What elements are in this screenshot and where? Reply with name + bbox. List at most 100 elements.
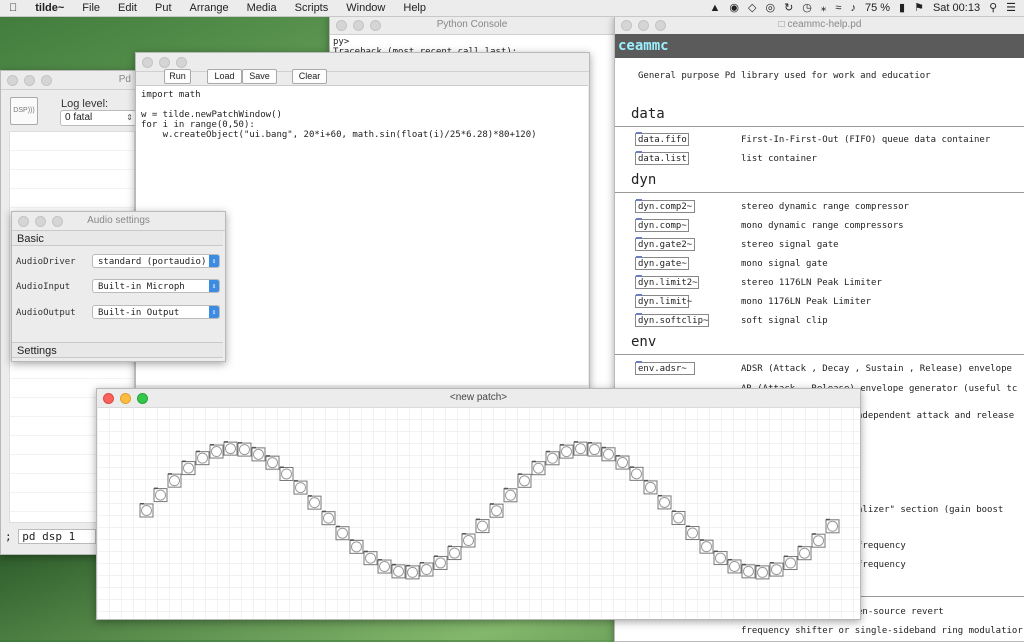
audio-driver-select[interactable]: standard (portaudio) ⇕ [92,254,220,268]
wifi-icon[interactable]: ≈ [835,0,841,16]
audio-input-select[interactable]: Built-in Microph ⇕ [92,279,220,293]
zoom-icon[interactable] [41,75,52,86]
bird-icon[interactable]: ▲ [710,0,721,16]
ui-bang-object[interactable] [251,446,266,462]
ui-bang-object[interactable] [573,441,588,456]
ui-bang-object[interactable] [797,545,812,561]
object-env-adsr[interactable]: env.adsr~ [635,361,695,375]
shield-icon[interactable]: ◉ [729,0,739,16]
ui-bang-object[interactable] [335,525,350,541]
run-button[interactable]: Run [164,69,191,84]
menu-arrange[interactable]: Arrange [190,2,229,14]
audio-output-select[interactable]: Built-in Output ⇕ [92,305,220,319]
save-button[interactable]: Save [242,69,277,84]
object-dyn-limit2[interactable]: dyn.limit2~ [635,275,699,289]
clock[interactable]: Sat 00:13 [933,2,980,14]
object-dyn-comp[interactable]: dyn.comp~ [635,218,689,232]
minimize-icon[interactable] [638,20,649,31]
ui-bang-object[interactable] [279,466,294,481]
ui-bang-object[interactable] [811,533,826,548]
ui-bang-object[interactable] [167,473,182,488]
close-icon[interactable] [621,20,632,31]
section-settings[interactable]: Settings [12,342,223,358]
ui-bang-object[interactable] [643,479,658,495]
minimize-icon[interactable] [24,75,35,86]
ui-bang-object[interactable] [727,558,742,574]
python-console-titlebar[interactable]: Python Console [330,16,614,35]
ui-bang-object[interactable] [517,473,532,488]
menu-window[interactable]: Window [346,2,385,14]
sync-icon[interactable]: ↻ [784,0,793,16]
ui-bang-object[interactable] [685,525,700,541]
history-icon[interactable]: ◷ [802,0,812,16]
list-icon[interactable]: ☰ [1006,0,1016,16]
ui-bang-object[interactable] [349,539,364,554]
ui-bang-object[interactable] [629,466,644,481]
minimize-icon[interactable] [159,57,170,68]
ui-bang-object[interactable] [503,487,518,503]
ui-bang-object[interactable] [741,563,756,579]
ui-bang-object[interactable] [615,455,630,470]
close-icon[interactable] [103,393,114,404]
ui-bang-object[interactable] [209,444,224,459]
ui-bang-object[interactable] [601,446,616,462]
log-level-select[interactable]: 0 fatal ⇕ [60,110,137,126]
ui-bang-object[interactable] [237,442,252,457]
zoom-icon[interactable] [137,393,148,404]
load-button[interactable]: Load [207,69,242,84]
ui-bang-object[interactable] [755,564,770,580]
ui-bang-object[interactable] [545,450,560,466]
help-titlebar[interactable]: □ ceammc-help.pd [615,16,1024,35]
ui-bang-object[interactable] [223,441,238,456]
zoom-icon[interactable] [176,57,187,68]
audio-settings-titlebar[interactable]: Audio settings [12,212,225,231]
apple-menu-icon[interactable]:  [9,0,17,16]
ui-bang-object[interactable] [307,495,322,510]
ui-bang-object[interactable] [489,503,504,518]
ui-bang-object[interactable] [713,550,728,566]
ui-bang-object[interactable] [391,563,406,579]
zoom-icon[interactable] [655,20,666,31]
ui-bang-object[interactable] [265,455,280,470]
script-editor-titlebar[interactable] [136,53,589,72]
ui-bang-object[interactable] [769,562,784,577]
ui-bang-object[interactable] [461,533,476,548]
ui-bang-object[interactable] [433,555,448,570]
ui-bang-object[interactable] [447,545,462,561]
ui-bang-object[interactable] [153,487,168,503]
ui-bang-object[interactable] [783,555,798,571]
ui-bang-object[interactable] [195,450,210,466]
ui-bang-object[interactable] [363,550,378,566]
object-dyn-limit[interactable]: dyn.limit~ [635,294,692,308]
menu-file[interactable]: File [82,2,100,14]
pd-main-titlebar[interactable]: Pd [1,71,137,90]
ui-bang-object[interactable] [293,480,308,495]
ui-bang-object[interactable] [475,518,490,534]
object-dyn-gate2[interactable]: dyn.gate2~ [635,237,695,251]
ui-bang-object[interactable] [587,442,602,457]
clear-button[interactable]: Clear [292,69,327,84]
dsp-toggle-button[interactable]: DSP))) [10,97,38,125]
ui-bang-object[interactable] [377,559,392,574]
minimize-icon[interactable] [35,216,46,227]
ui-bang-object[interactable] [699,539,714,554]
close-icon[interactable] [7,75,18,86]
object-data-fifo[interactable]: data.fifo [635,132,689,146]
minimize-icon[interactable] [120,393,131,404]
minimize-icon[interactable] [353,20,364,31]
close-icon[interactable] [18,216,29,227]
object-data-list[interactable]: data.list [635,151,689,165]
menu-edit[interactable]: Edit [118,2,137,14]
ui-bang-object[interactable] [657,494,672,510]
close-icon[interactable] [336,20,347,31]
close-icon[interactable] [142,57,153,68]
eye-icon[interactable]: ◎ [765,0,775,16]
search-icon[interactable]: ⚲ [989,0,997,16]
ui-bang-object[interactable] [559,444,574,459]
ui-bang-object[interactable] [139,503,154,518]
ui-bang-object[interactable] [531,460,546,476]
patch-canvas[interactable] [97,407,860,619]
menu-scripts[interactable]: Scripts [295,2,329,14]
new-patch-titlebar[interactable]: <new patch> [97,389,860,408]
object-dyn-softclip[interactable]: dyn.softclip~ [635,313,709,327]
